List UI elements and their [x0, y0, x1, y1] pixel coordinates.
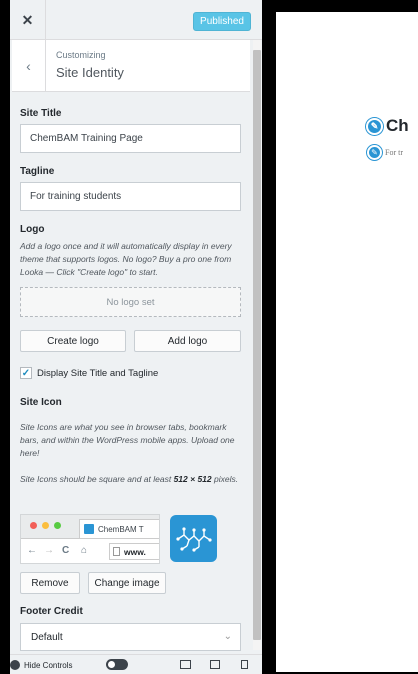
footer-credit-label: Footer Credit	[20, 606, 83, 617]
minimize-dot-icon	[42, 522, 49, 529]
preview-site-title-text: Ch	[386, 116, 409, 135]
display-title-tagline-label: Display Site Title and Tagline	[37, 367, 159, 379]
molecule-icon	[176, 527, 212, 552]
logo-label: Logo	[20, 224, 45, 235]
pencil-edit-icon[interactable]: ✎	[367, 145, 382, 160]
preview-url-text: www.	[124, 546, 146, 557]
size-note-prefix: Site Icons should be square and at least	[20, 474, 174, 484]
site-icon-label: Site Icon	[20, 397, 62, 408]
section-title: Site Identity	[56, 65, 124, 80]
hide-controls-icon	[10, 660, 20, 670]
footer-credit-selected: Default	[31, 631, 63, 643]
close-customizer-button[interactable]: ✕	[10, 0, 46, 40]
display-title-tagline-checkbox[interactable]: ✓	[20, 367, 32, 379]
home-icon: ⌂	[81, 545, 88, 556]
site-title-label: Site Title	[20, 108, 62, 119]
forward-arrow-icon: →	[44, 545, 54, 556]
customizing-label: Customizing	[56, 50, 106, 60]
maximize-dot-icon	[54, 522, 61, 529]
no-logo-placeholder[interactable]: No logo set	[20, 287, 241, 317]
hide-controls-button[interactable]: Hide Controls	[10, 658, 72, 672]
tagline-label: Tagline	[20, 166, 55, 177]
customizer-header: ✕ Published	[10, 0, 262, 40]
preview-tab-title: ChemBAM T	[98, 524, 144, 534]
site-icon-image	[170, 515, 217, 562]
close-dot-icon	[30, 522, 37, 529]
site-title-input[interactable]: ChemBAM Training Page	[20, 124, 241, 153]
preview-tagline-text: For tr	[385, 148, 403, 157]
pencil-edit-icon[interactable]: ✎	[366, 117, 383, 135]
footer-credit-select[interactable]: Default ⌄	[20, 623, 241, 651]
desktop-icon[interactable]	[180, 660, 191, 669]
create-logo-button[interactable]: Create logo	[20, 330, 126, 352]
scrollbar-thumb[interactable]	[253, 50, 261, 640]
preview-toggle[interactable]	[106, 659, 128, 670]
back-button[interactable]: ‹	[12, 40, 46, 92]
customizer-panel: ✕ Published ‹ Customizing Site Identity …	[10, 0, 262, 674]
size-note-suffix: pixels.	[211, 474, 239, 484]
back-arrow-icon: ←	[27, 545, 37, 556]
chevron-down-icon: ⌄	[223, 631, 232, 642]
pointer-arrow-icon	[0, 566, 9, 576]
preview-url-box: www.	[109, 543, 159, 560]
preview-site-title: ✎ Ch	[366, 116, 409, 136]
browser-tab-preview: ChemBAM T ← → C ⌂ www.	[20, 514, 160, 564]
reload-icon: C	[62, 545, 70, 556]
section-header: ‹ Customizing Site Identity	[12, 40, 250, 92]
tablet-icon[interactable]	[210, 660, 220, 669]
site-icon-size-note: Site Icons should be square and at least…	[20, 473, 244, 486]
published-button[interactable]: Published	[193, 12, 251, 31]
display-title-tagline-option: ✓ Display Site Title and Tagline	[20, 366, 158, 380]
preview-tagline: ✎ For tr	[367, 145, 403, 160]
page-icon	[113, 547, 120, 556]
site-preview-frame[interactable]: ✎ Ch ✎ For tr	[276, 12, 418, 672]
site-icon-description: Site Icons are what you see in browser t…	[20, 422, 235, 458]
mobile-icon[interactable]	[241, 660, 248, 669]
remove-icon-button[interactable]: Remove	[20, 572, 80, 594]
add-logo-button[interactable]: Add logo	[134, 330, 241, 352]
tab-favicon-icon	[84, 524, 94, 534]
tagline-input[interactable]: For training students	[20, 182, 241, 211]
preview-browser-tab: ChemBAM T	[79, 519, 159, 538]
size-note-size: 512 × 512	[173, 474, 212, 484]
hide-controls-label: Hide Controls	[24, 660, 73, 670]
change-image-button[interactable]: Change image	[88, 572, 166, 594]
logo-description: Add a logo once and it will automaticall…	[20, 241, 232, 277]
customizer-footer: Hide Controls	[10, 654, 262, 674]
preview-nav-row: ← → C ⌂ www.	[21, 538, 159, 563]
